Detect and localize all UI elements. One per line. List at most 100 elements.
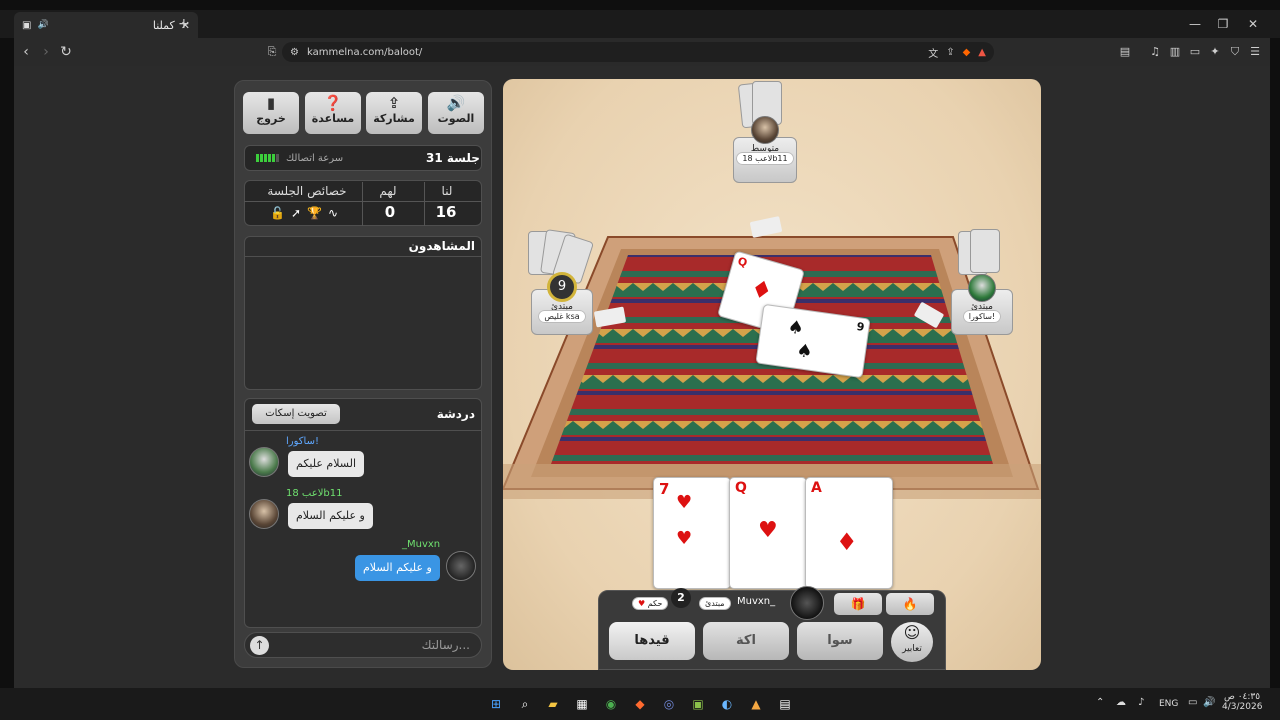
sawa-button[interactable]: سوا [797,622,883,660]
reader-icon[interactable]: ▤ [1116,43,1134,61]
chat-username: _Muvxn [402,539,441,550]
clock[interactable]: ٠٤:٣٥ ص 4/3/2026 [1222,692,1262,712]
address-bar[interactable]: ⚙ kammelna.com/baloot/ 文 ⇪ ◆ ▲ [282,42,994,62]
hand-card[interactable]: A ♦ [805,477,893,589]
search-icon[interactable]: ⌕ [515,694,535,714]
restore-button[interactable]: ❐ [1208,14,1238,34]
forward-button[interactable]: › [36,42,56,62]
fire-button[interactable]: 🔥 [886,593,934,615]
watchers-title: المشاهدون [408,239,475,253]
gift-icon: 🎁 [850,597,866,611]
emotes-label: تعابير [902,644,922,654]
url-text: kammelna.com/baloot/ [306,46,423,58]
heart-icon: ♥ [638,599,646,608]
opponent-card-back [970,229,1000,273]
wallet-icon[interactable]: ▭ [1186,43,1204,61]
exit-door-icon: ▮ [266,94,276,112]
music-icon[interactable]: ♫ [1146,43,1164,61]
chat-message: و عليكم السلام [288,503,373,529]
card-suit: ♥ [676,492,693,513]
store-icon[interactable]: ▦ [572,694,592,714]
message-input[interactable]: رسالتك... [400,638,470,652]
user-avatar[interactable] [249,499,279,529]
sidebar-icon[interactable]: ▥ [1166,43,1184,61]
browser-tab[interactable]: ▣ 🔊 كملنا ✕ [14,12,198,38]
exit-button[interactable]: ▮ خروج [243,92,299,134]
emotes-button[interactable]: ☺ تعابير [891,622,933,662]
close-window-button[interactable]: ✕ [1238,14,1268,34]
tab-title: كملنا [152,18,175,32]
gift-button[interactable]: 🎁 [834,593,882,615]
mute-vote-button[interactable]: تصويت إسكات [252,404,340,424]
vpn-icon[interactable]: ⛉ [1226,43,1244,61]
app-icon[interactable]: ▤ [775,694,795,714]
sound-label: الصوت [437,112,475,125]
my-avatar[interactable] [446,551,476,581]
brave-icon[interactable]: ◆ [630,694,650,714]
player-box-top[interactable]: متوسط لاعب 18b11 [733,116,797,183]
share-label: مشاركة [373,112,415,125]
card-rank: Q [735,480,747,496]
us-label: لنا [441,184,453,198]
brave-rewards-icon[interactable]: ▲ [978,47,986,58]
hand-card[interactable]: Q ♥ [729,477,807,589]
file-explorer-icon[interactable]: ▰ [543,694,563,714]
steam-icon[interactable]: ◐ [717,694,737,714]
reload-button[interactable]: ↻ [56,42,76,62]
score-col-divider [424,182,425,226]
network-icon[interactable]: ▭ [1188,697,1197,708]
start-icon[interactable]: ⊞ [486,694,506,714]
help-icon: ❓ [323,94,343,112]
wave-icon: ∿ [327,206,345,220]
help-button[interactable]: ❓ مساعدة [305,92,361,134]
user-avatar[interactable] [249,447,279,477]
mic-icon[interactable]: ♪ [1138,697,1144,708]
game-mode-tag: ♥ حكم [632,597,669,610]
share-page-icon[interactable]: ⇪ [946,47,954,58]
menu-icon[interactable]: ☰ [1246,43,1264,61]
tray-chevron-icon[interactable]: ⌃ [1096,697,1104,708]
back-button[interactable]: ‹ [16,42,36,62]
discord-icon[interactable]: ◎ [659,694,679,714]
us-score: 16 [435,203,457,221]
sound-button[interactable]: 🔊 الصوت [428,92,484,134]
language-indicator[interactable]: ENG [1159,699,1178,709]
share-button[interactable]: ⇪ مشاركة [366,92,422,134]
akka-button[interactable]: اكة [703,622,789,660]
chrome-icon[interactable]: ◉ [601,694,621,714]
site-info-icon[interactable]: ⚙ [290,47,299,58]
unlock-icon: 🔓 [270,206,291,220]
chat-message: و عليكم السلام [355,555,440,581]
clock-time: ٠٤:٣٥ ص [1223,692,1261,702]
volume-icon[interactable]: 🔊 [1203,697,1215,708]
translate-icon[interactable]: 文 [928,45,938,60]
player-box-right[interactable]: مبتدئ ساكورا! [951,274,1013,335]
card-rank: A [811,480,822,496]
onedrive-icon[interactable]: ☁ [1116,697,1126,708]
brave-shield-icon[interactable]: ◆ [963,47,971,58]
player-box-left[interactable]: 9 مبتدئ غليص ksa [531,272,593,335]
send-arrow-icon[interactable]: ↑ [250,636,269,655]
session-number: جلسة 31 [426,151,480,165]
card-suit: ♦ [747,273,776,307]
game-board: متوسط لاعب 18b11 9 مبتدئ غليص ksa مبتدئ … [503,79,1041,670]
leo-ai-icon[interactable]: ✦ [1206,43,1224,61]
player-avatar [968,274,996,302]
player-name: غليص ksa [538,310,586,323]
qaydha-button[interactable]: قيدها [609,622,695,660]
my-avatar[interactable] [790,586,824,620]
round-badge: 2 [671,588,691,608]
app-icon[interactable]: ▲ [746,694,766,714]
excel-icon[interactable]: ▣ [688,694,708,714]
card-suit: ♠ [786,316,810,341]
share-icon: ⇪ [387,94,401,112]
hand-card[interactable]: 7 ♥ ♥ [653,477,731,589]
watchers-panel [244,236,482,390]
turn-timer: 9 [547,272,577,302]
exit-label: خروج [256,112,286,125]
player-name: لاعب 18b11 [736,152,794,165]
my-name: Muvxn_ [737,596,776,607]
minimize-button[interactable]: — [1180,14,1210,34]
new-tab-button[interactable]: + [178,16,190,32]
bookmark-icon[interactable]: ⎘ [262,42,282,62]
